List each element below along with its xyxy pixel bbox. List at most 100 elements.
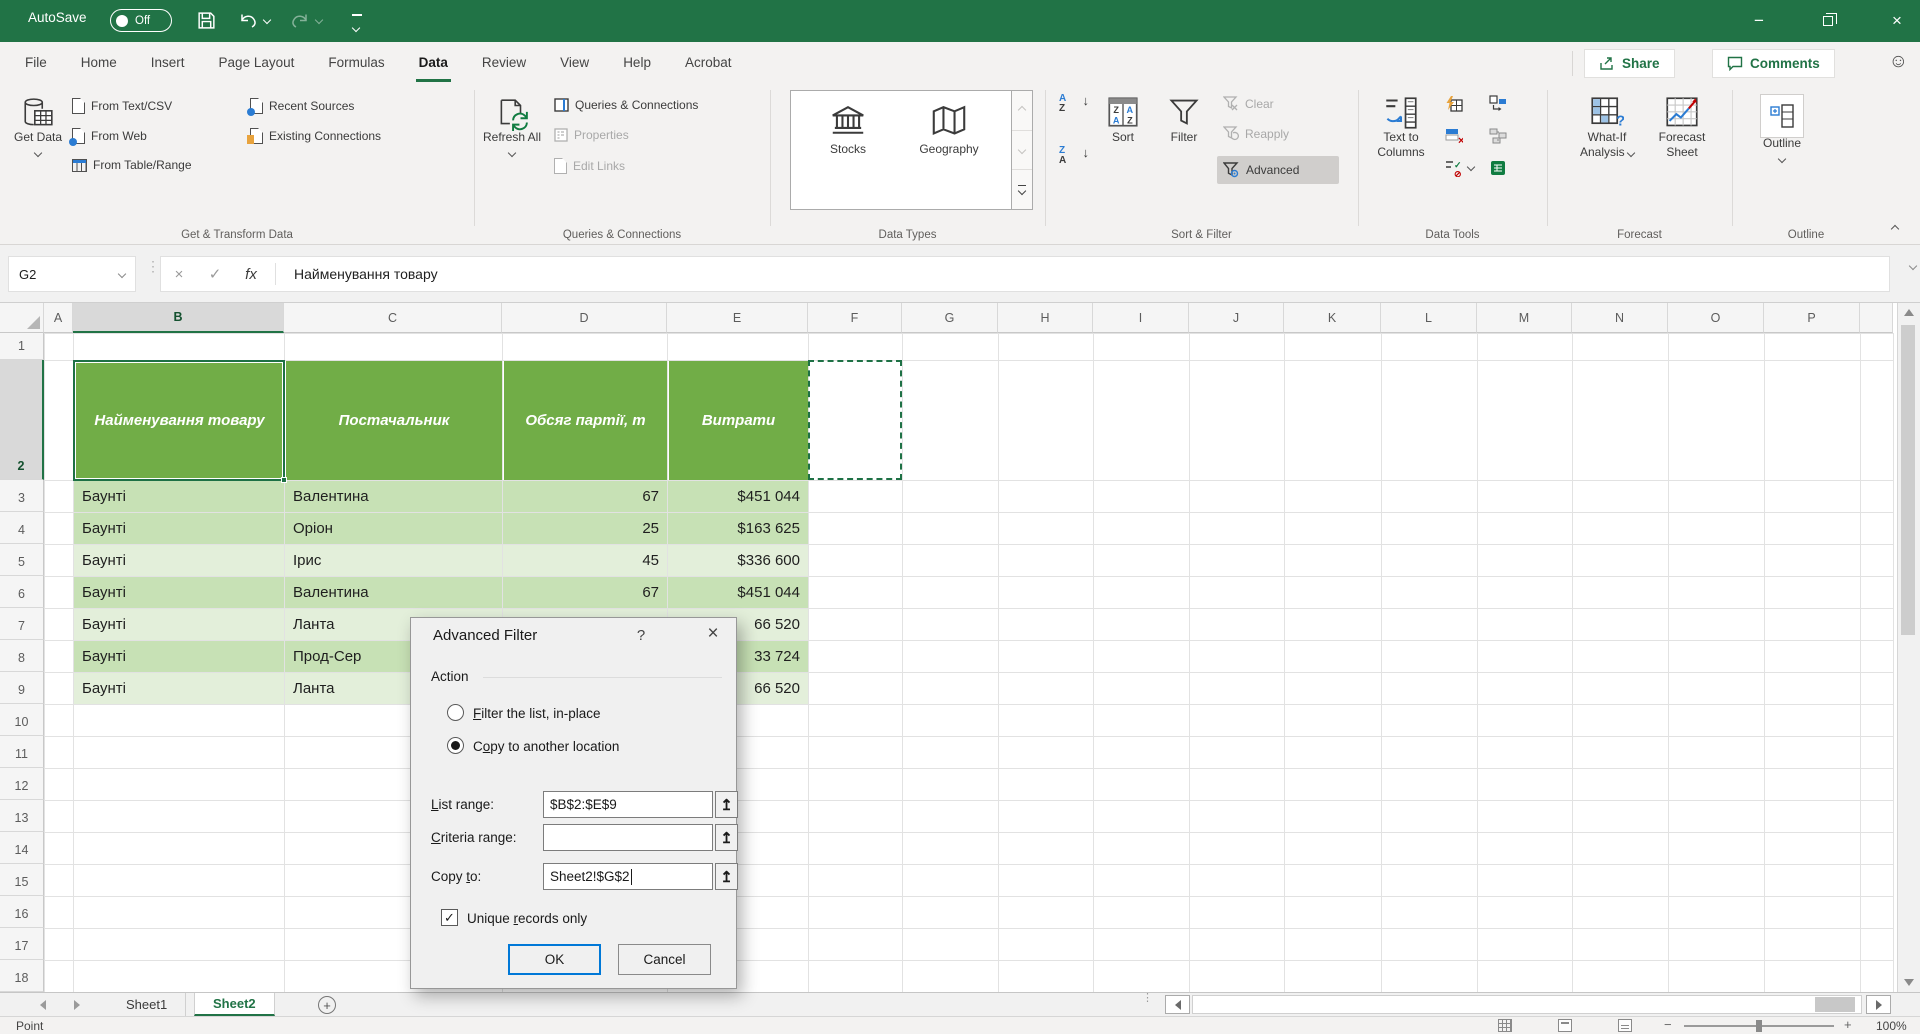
row-header-8[interactable]: 8 [0, 640, 44, 672]
flash-fill-button[interactable] [1444, 94, 1464, 114]
previous-sheet-icon[interactable] [40, 1000, 46, 1010]
advanced-filter-button[interactable]: Advanced [1217, 156, 1339, 184]
row-header-3[interactable]: 3 [0, 480, 44, 512]
undo-button[interactable] [238, 11, 258, 35]
column-header-partial[interactable] [1860, 303, 1893, 333]
name-box-dropdown-icon[interactable] [118, 270, 126, 278]
cell[interactable]: Баунті [74, 545, 284, 576]
row-header-17[interactable]: 17 [0, 928, 44, 960]
undo-dropdown-icon[interactable] [263, 16, 271, 24]
formula-bar-grip[interactable]: ⋮ [146, 263, 160, 270]
cell[interactable]: Ірис [285, 545, 502, 576]
data-validation-dropdown-icon[interactable] [1467, 163, 1475, 171]
cell[interactable]: Валентина [285, 481, 502, 512]
feedback-smiley-icon[interactable]: ☺ [1889, 51, 1908, 73]
scroll-left-button[interactable] [1165, 995, 1190, 1014]
fill-handle[interactable] [281, 477, 287, 483]
data-model-button[interactable] [1488, 158, 1508, 178]
select-all-corner[interactable] [0, 303, 44, 333]
cell[interactable]: 67 [503, 577, 667, 608]
zoom-slider-knob[interactable] [1756, 1020, 1762, 1032]
minimize-button[interactable]: − [1736, 0, 1782, 42]
tab-home[interactable]: Home [64, 42, 134, 84]
properties-button[interactable]: Properties [554, 128, 629, 142]
scroll-down-icon[interactable] [1904, 979, 1914, 986]
row-header-12[interactable]: 12 [0, 768, 44, 800]
formula-input[interactable]: Найменування товару [282, 266, 438, 282]
get-data-button[interactable]: Get Data [10, 90, 66, 160]
copy-to-input[interactable]: Sheet2!$G$2 [543, 863, 713, 890]
criteria-range-picker-button[interactable]: ↥ [715, 824, 738, 851]
enter-entry-icon[interactable]: ✓ [197, 265, 233, 283]
sort-button[interactable]: ZAAZ Sort [1097, 90, 1149, 145]
cell[interactable]: Баунті [74, 577, 284, 608]
row-header-18[interactable]: 18 [0, 960, 44, 992]
column-header-K[interactable]: K [1284, 303, 1381, 333]
forecast-sheet-button[interactable]: Forecast Sheet [1649, 90, 1715, 160]
expand-formula-bar-icon[interactable] [1909, 262, 1917, 270]
tab-file[interactable]: File [8, 42, 64, 84]
customize-qat-icon[interactable] [352, 14, 362, 36]
page-layout-view-button[interactable] [1558, 1019, 1572, 1032]
row-header-2[interactable]: 2 [0, 360, 44, 480]
unique-records-checkbox[interactable]: ✓ [441, 909, 458, 926]
name-box[interactable]: G2 [8, 256, 136, 292]
remove-duplicates-button[interactable]: × [1444, 126, 1464, 146]
filter-in-place-radio[interactable] [447, 704, 464, 721]
data-validation-button[interactable]: ✓⊘ [1444, 158, 1464, 178]
from-text-csv-button[interactable]: From Text/CSV [72, 98, 172, 114]
recent-sources-button[interactable]: Recent Sources [250, 98, 354, 114]
cell[interactable]: Баунті [74, 609, 284, 640]
list-range-input[interactable]: $B$2:$E$9 [543, 791, 713, 818]
cell[interactable]: $163 625 [668, 513, 808, 544]
column-header-A[interactable]: A [44, 303, 73, 333]
tab-acrobat[interactable]: Acrobat [668, 42, 749, 84]
share-button[interactable]: Share [1584, 49, 1675, 78]
queries-connections-button[interactable]: Queries & Connections [554, 98, 698, 112]
redo-button[interactable] [290, 11, 310, 35]
tab-help[interactable]: Help [606, 42, 668, 84]
cell[interactable]: $336 600 [668, 545, 808, 576]
criteria-range-input[interactable] [543, 824, 713, 851]
cell[interactable]: $451 044 [668, 481, 808, 512]
text-to-columns-button[interactable]: Text to Columns [1368, 90, 1434, 160]
scroll-up-icon[interactable] [1904, 309, 1914, 316]
ok-button[interactable]: OK [508, 944, 601, 975]
table-header-cell[interactable]: Обсяг партії, т [503, 361, 667, 480]
cell[interactable]: Баунті [74, 641, 284, 672]
dialog-help-button[interactable]: ? [629, 627, 653, 644]
edit-links-button[interactable]: Edit Links [554, 158, 625, 174]
zoom-slider[interactable] [1684, 1025, 1834, 1027]
page-break-view-button[interactable] [1618, 1019, 1632, 1032]
column-header-J[interactable]: J [1189, 303, 1284, 333]
horizontal-scrollbar[interactable] [1192, 995, 1862, 1014]
cell[interactable]: 67 [503, 481, 667, 512]
tab-insert[interactable]: Insert [134, 42, 202, 84]
vertical-scrollbar-thumb[interactable] [1901, 325, 1915, 635]
row-header-6[interactable]: 6 [0, 576, 44, 608]
table-header-cell[interactable]: Витрати [668, 361, 808, 480]
save-button[interactable] [196, 10, 217, 36]
next-sheet-icon[interactable] [74, 1000, 80, 1010]
column-header-M[interactable]: M [1477, 303, 1572, 333]
insert-function-icon[interactable]: fx [233, 266, 269, 283]
close-button[interactable]: × [1874, 0, 1920, 42]
from-table-range-button[interactable]: From Table/Range [72, 158, 192, 172]
column-header-E[interactable]: E [667, 303, 808, 333]
row-header-13[interactable]: 13 [0, 800, 44, 832]
gallery-scroll-down-icon[interactable] [1012, 131, 1032, 171]
comments-button[interactable]: Comments [1712, 49, 1835, 78]
tab-page-layout[interactable]: Page Layout [202, 42, 312, 84]
column-header-G[interactable]: G [902, 303, 998, 333]
what-if-analysis-button[interactable]: ? What-If Analysis [1575, 90, 1639, 160]
column-header-B[interactable]: B [73, 303, 284, 333]
geography-button[interactable]: Geography [907, 103, 991, 156]
cell[interactable]: Оріон [285, 513, 502, 544]
new-sheet-button[interactable]: + [318, 996, 336, 1014]
column-header-L[interactable]: L [1381, 303, 1477, 333]
row-header-9[interactable]: 9 [0, 672, 44, 704]
tab-review[interactable]: Review [465, 42, 543, 84]
row-header-4[interactable]: 4 [0, 512, 44, 544]
column-header-P[interactable]: P [1764, 303, 1860, 333]
row-header-10[interactable]: 10 [0, 704, 44, 736]
